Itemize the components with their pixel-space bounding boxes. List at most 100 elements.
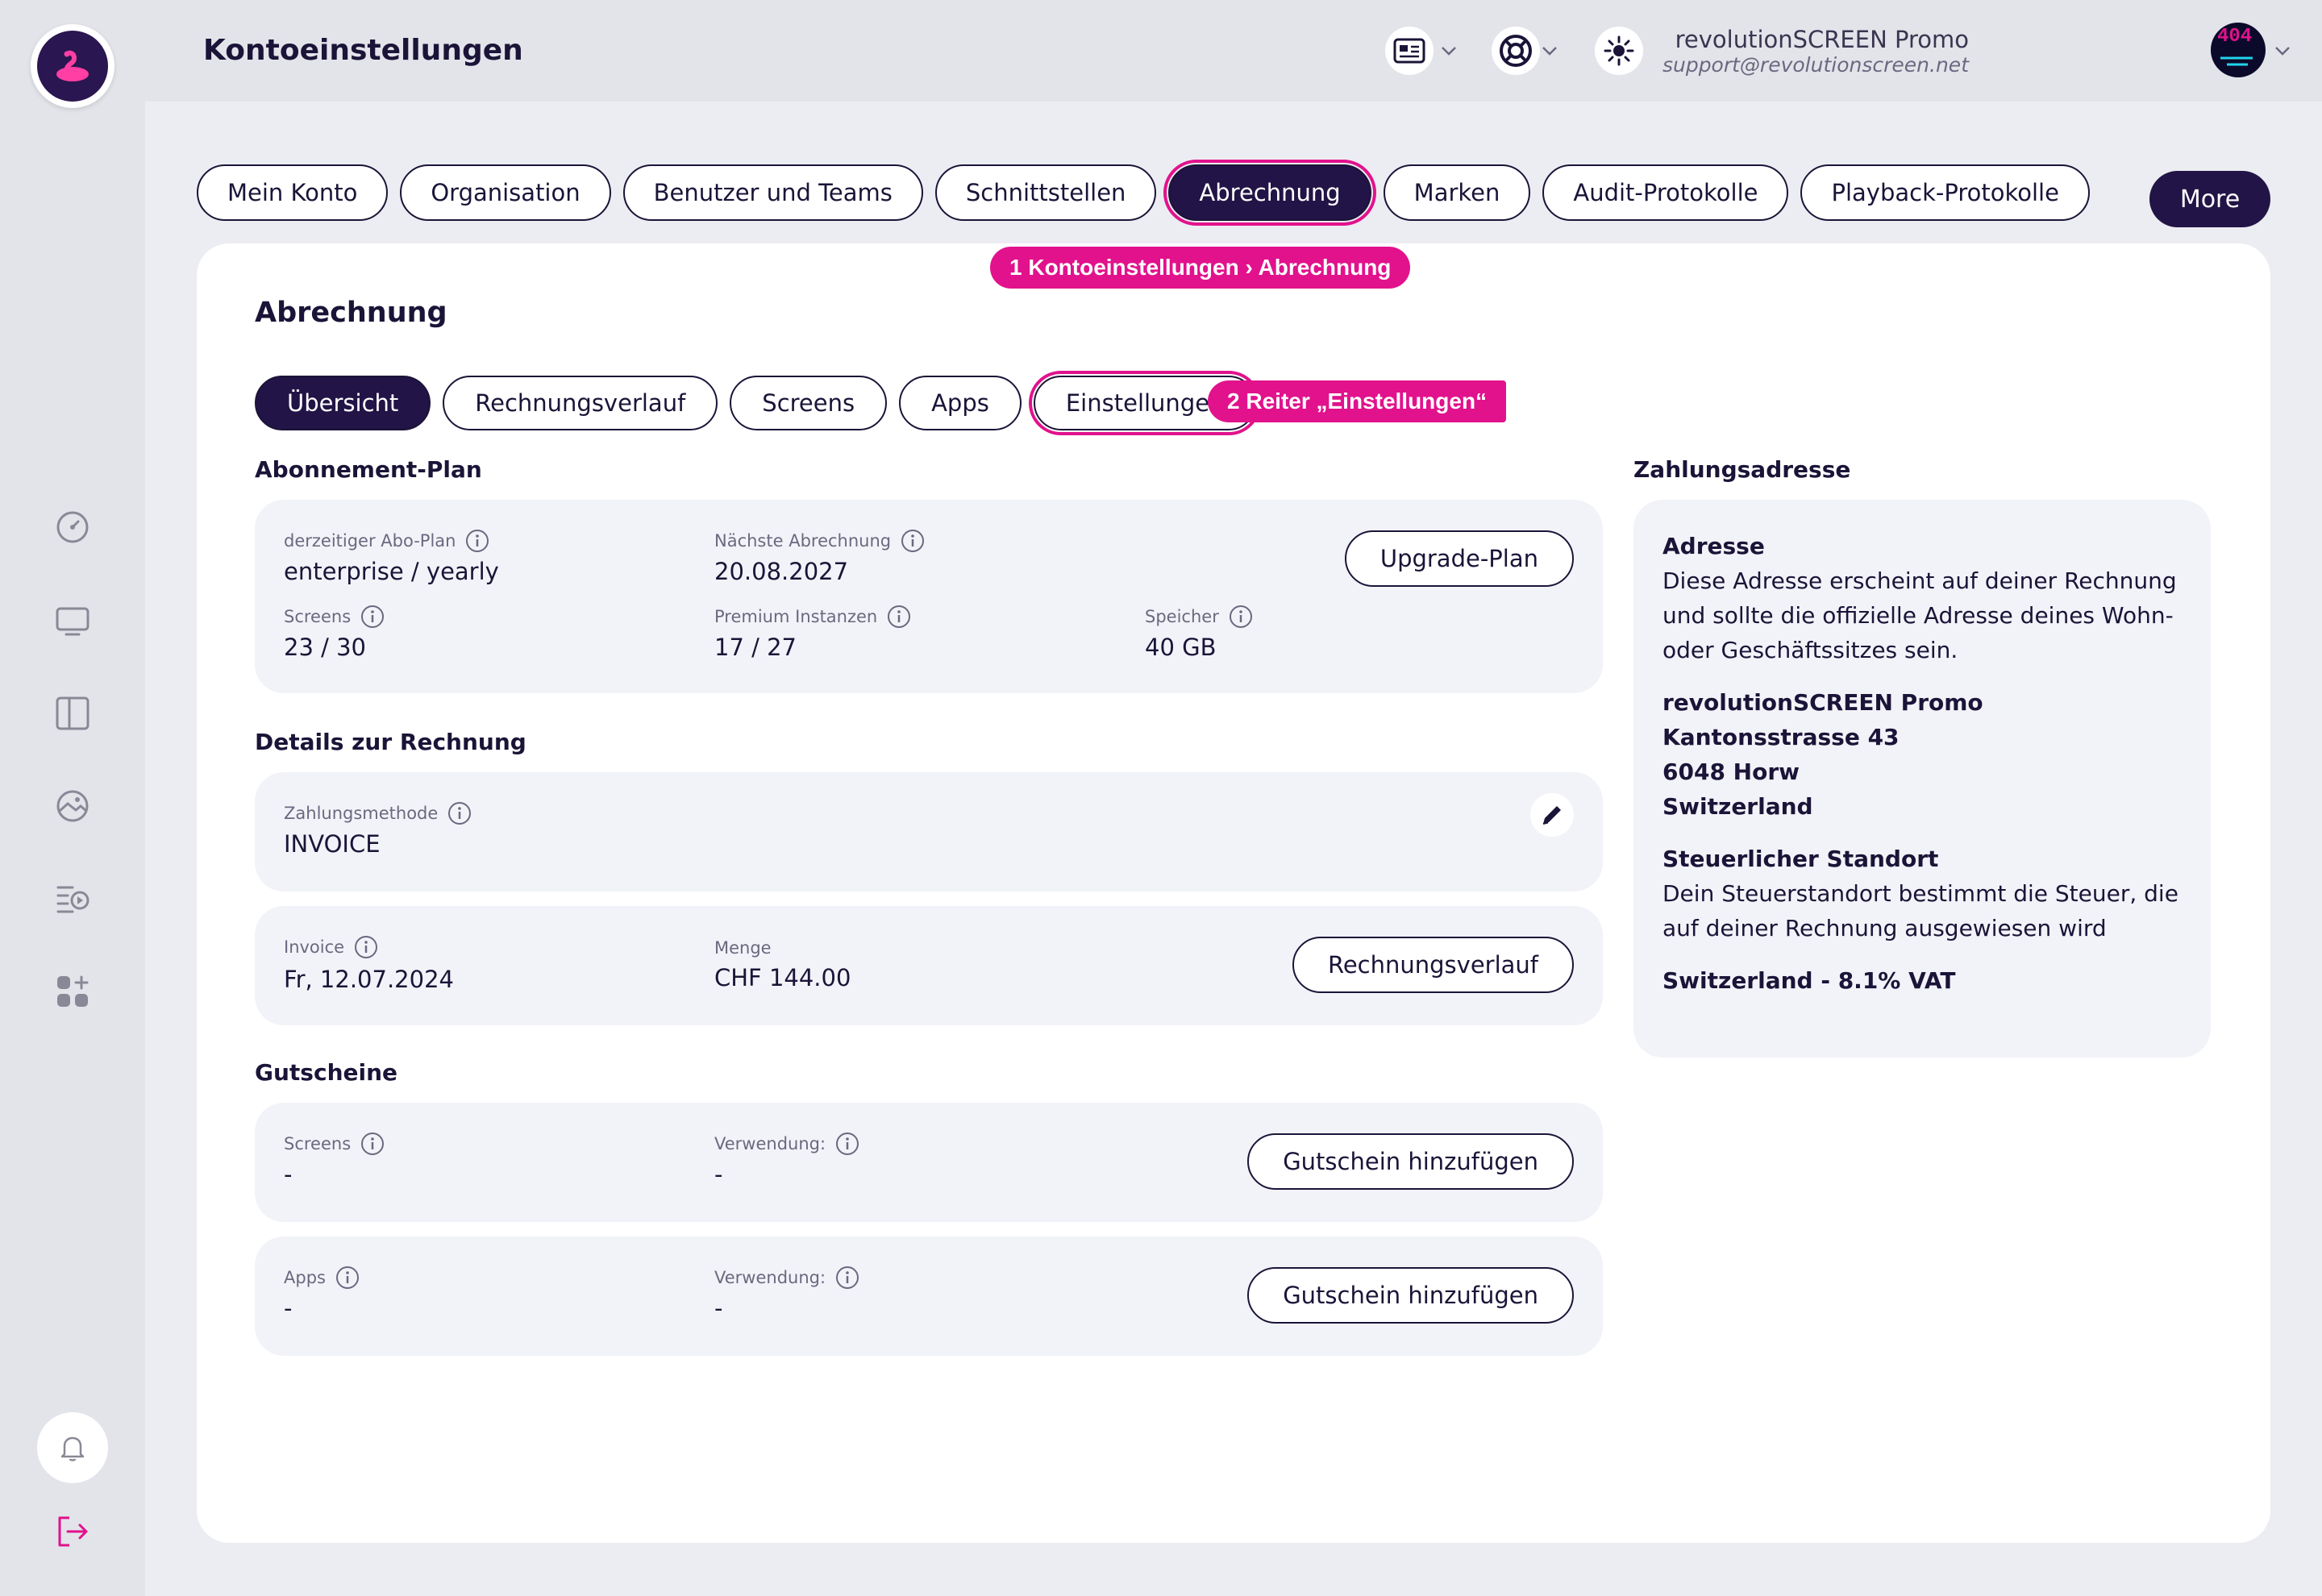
info-icon[interactable] xyxy=(887,605,911,629)
voucher-row: Apps - Verwendung: - Gutschein hinzufüge… xyxy=(255,1236,1603,1356)
layout-icon[interactable] xyxy=(50,691,95,736)
current-plan-label: derzeitiger Abo-Plan xyxy=(284,531,456,551)
billing-sub-tabs: Übersicht Rechnungsverlauf Screens Apps … xyxy=(255,371,1262,435)
next-billing-label: Nächste Abrechnung xyxy=(714,531,892,551)
info-icon[interactable] xyxy=(447,801,472,825)
address-line: Kantonsstrasse 43 xyxy=(1662,724,1900,750)
subtab-rechnungsverlauf[interactable]: Rechnungsverlauf xyxy=(443,376,718,430)
apps-icon[interactable] xyxy=(50,969,95,1014)
amount-value: CHF 144.00 xyxy=(714,964,851,991)
address-line: Switzerland xyxy=(1662,793,1813,820)
vouchers-section-title: Gutscheine xyxy=(255,1059,398,1086)
tab-abrechnung[interactable]: Abrechnung xyxy=(1163,160,1376,226)
address-heading: Adresse xyxy=(1662,533,1765,559)
bell-icon xyxy=(60,1436,85,1461)
info-icon[interactable] xyxy=(1229,605,1253,629)
lifebuoy-icon xyxy=(1500,35,1532,67)
voucher-screens-label: Screens xyxy=(284,1134,352,1153)
top-header: Kontoeinstellungen revolutionSCREEN Prom… xyxy=(145,0,2322,102)
invoice-panel: Invoice Fr, 12.07.2024 Menge CHF 144.00 … xyxy=(255,906,1603,1025)
page-title: Kontoeinstellungen xyxy=(203,34,523,67)
dashboard-icon[interactable] xyxy=(50,505,95,550)
sidebar xyxy=(0,0,145,1596)
tab-audit-protokolle[interactable]: Audit-Protokolle xyxy=(1542,164,1789,221)
address-panel: Adresse Diese Adresse erscheint auf dein… xyxy=(1633,500,2211,1058)
tab-playback-protokolle[interactable]: Playback-Protokolle xyxy=(1800,164,2090,221)
card-title: Abrechnung xyxy=(255,297,447,329)
flamingo-logo-icon xyxy=(37,31,108,102)
storage-value: 40 GB xyxy=(1145,634,1217,661)
storage-label: Speicher xyxy=(1145,607,1219,626)
payment-method-label: Zahlungsmethode xyxy=(284,804,439,823)
pencil-icon xyxy=(1542,806,1561,825)
add-voucher-button[interactable]: Gutschein hinzufügen xyxy=(1247,1133,1574,1190)
tax-heading: Steuerlicher Standort xyxy=(1662,846,1939,872)
more-button[interactable]: More xyxy=(2149,171,2270,227)
tab-marken[interactable]: Marken xyxy=(1383,164,1531,221)
info-icon[interactable] xyxy=(354,935,378,959)
logout-icon[interactable] xyxy=(50,1509,95,1554)
org-email: support@revolutionscreen.net xyxy=(1662,53,1969,77)
help-button[interactable] xyxy=(1492,27,1540,75)
invoice-section-title: Details zur Rechnung xyxy=(255,729,526,755)
callout-step-2: 2 Reiter „Einstellungen“ xyxy=(1208,380,1507,422)
news-button[interactable] xyxy=(1385,27,1434,75)
info-icon[interactable] xyxy=(835,1266,859,1290)
voucher-usage-label: Verwendung: xyxy=(714,1134,826,1153)
current-plan-value: enterprise / yearly xyxy=(284,558,499,585)
info-icon[interactable] xyxy=(835,1132,859,1156)
address-line: revolutionSCREEN Promo xyxy=(1662,689,1983,716)
next-billing-value: 20.08.2027 xyxy=(714,558,849,585)
subtab-screens[interactable]: Screens xyxy=(730,376,888,430)
newspaper-icon xyxy=(1393,38,1425,64)
theme-toggle-button[interactable] xyxy=(1595,27,1643,75)
chevron-down-icon[interactable] xyxy=(1539,40,1560,61)
amount-label: Menge xyxy=(714,938,772,958)
notifications-button[interactable] xyxy=(37,1412,108,1483)
premium-label: Premium Instanzen xyxy=(714,607,878,626)
tab-benutzer-und-teams[interactable]: Benutzer und Teams xyxy=(622,164,923,221)
invoice-history-button[interactable]: Rechnungsverlauf xyxy=(1292,937,1574,993)
info-icon[interactable] xyxy=(901,529,925,553)
add-voucher-button[interactable]: Gutschein hinzufügen xyxy=(1247,1267,1574,1324)
edit-payment-button[interactable] xyxy=(1530,793,1574,837)
tax-value: Switzerland - 8.1% VAT xyxy=(1662,967,1956,994)
info-icon[interactable] xyxy=(335,1266,360,1290)
subtab-apps[interactable]: Apps xyxy=(899,376,1022,430)
media-icon[interactable] xyxy=(50,783,95,829)
tab-mein-konto[interactable]: Mein Konto xyxy=(197,164,389,221)
voucher-apps-value: - xyxy=(284,1295,293,1322)
callout-step-1: 1 Kontoeinstellungen › Abrechnung xyxy=(990,247,1411,289)
address-description: Diese Adresse erscheint auf deiner Rechn… xyxy=(1662,567,2177,663)
upgrade-plan-button[interactable]: Upgrade-Plan xyxy=(1344,530,1574,587)
voucher-usage-label: Verwendung: xyxy=(714,1268,826,1287)
sun-icon xyxy=(1604,35,1634,66)
subtab-uebersicht[interactable]: Übersicht xyxy=(255,376,431,430)
invoice-date: Fr, 12.07.2024 xyxy=(284,966,454,993)
payment-method-panel: Zahlungsmethode INVOICE xyxy=(255,772,1603,892)
tab-organisation[interactable]: Organisation xyxy=(400,164,611,221)
screens-label: Screens xyxy=(284,607,352,626)
tax-description: Dein Steuerstandort bestimmt die Steuer,… xyxy=(1662,880,2178,941)
settings-tabs: Mein Konto Organisation Benutzer und Tea… xyxy=(197,160,2090,226)
plan-panel: derzeitiger Abo-Plan enterprise / yearly… xyxy=(255,500,1603,693)
chevron-down-icon[interactable] xyxy=(2272,40,2293,61)
app-logo[interactable] xyxy=(31,24,114,108)
billing-card: Abrechnung Übersicht Rechnungsverlauf Sc… xyxy=(197,243,2270,1543)
avatar[interactable]: 404 xyxy=(2211,23,2266,77)
info-icon[interactable] xyxy=(360,605,385,629)
info-icon[interactable] xyxy=(465,529,489,553)
voucher-usage-value: - xyxy=(714,1161,723,1188)
info-icon[interactable] xyxy=(360,1132,385,1156)
invoice-label: Invoice xyxy=(284,937,345,957)
payment-method-value: INVOICE xyxy=(284,830,381,858)
screens-value: 23 / 30 xyxy=(284,634,367,661)
playlist-icon[interactable] xyxy=(50,876,95,921)
screen-icon[interactable] xyxy=(50,598,95,643)
voucher-screens-value: - xyxy=(284,1161,293,1188)
address-section-title: Zahlungsadresse xyxy=(1633,456,1851,483)
tab-schnittstellen[interactable]: Schnittstellen xyxy=(934,164,1157,221)
address-line: 6048 Horw xyxy=(1662,759,1800,785)
premium-value: 17 / 27 xyxy=(714,634,797,661)
chevron-down-icon[interactable] xyxy=(1438,40,1459,61)
